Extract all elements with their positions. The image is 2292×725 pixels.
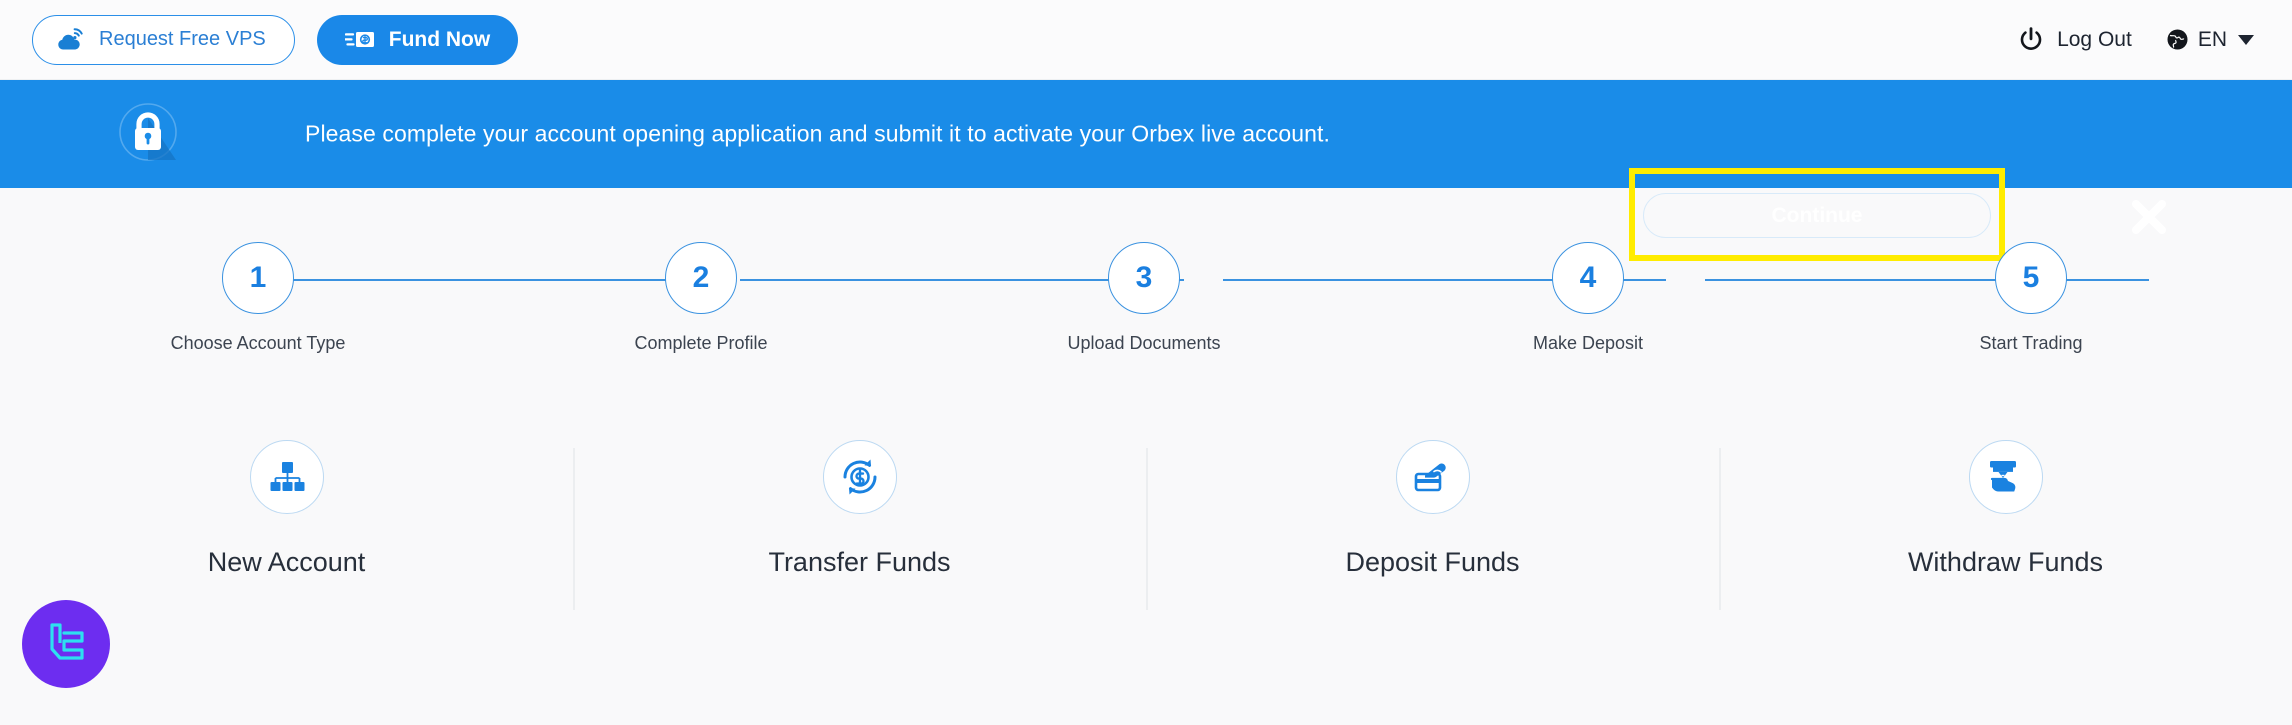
stepper-step-1[interactable]: 1 Choose Account Type (128, 232, 388, 354)
quick-action-withdraw-funds[interactable]: Withdraw Funds (1719, 440, 2292, 620)
quick-action-label: Withdraw Funds (1907, 547, 2104, 577)
step-label: Complete Profile (634, 333, 768, 353)
step-label: Make Deposit (1532, 333, 1644, 353)
quick-action-transfer-funds[interactable]: Transfer Funds (573, 440, 1146, 620)
quick-action-label: Transfer Funds (768, 547, 951, 577)
app-page: Request Free VPS Fund Now Log Out EN Ple… (0, 0, 2292, 725)
power-icon (2018, 26, 2044, 53)
lc-monogram-icon (38, 616, 94, 672)
quick-action-deposit-funds[interactable]: Deposit Funds (1146, 440, 1719, 620)
stepper-step-2[interactable]: 2 Complete Profile (571, 232, 831, 354)
logout-button[interactable]: Log Out (2018, 26, 2132, 53)
top-header-bar: Request Free VPS Fund Now Log Out EN (0, 0, 2292, 80)
language-label: EN (2197, 27, 2227, 51)
header-right-actions: Log Out EN (2018, 26, 2292, 53)
quick-action-label: Deposit Funds (1345, 547, 1520, 577)
chat-widget-button[interactable] (22, 600, 110, 688)
org-chart-icon (249, 440, 324, 514)
quick-actions-row: New Account Transfer Funds Deposit Funds… (0, 440, 2292, 620)
atm-cash-hand-icon (1968, 440, 2043, 514)
dollar-refresh-icon (822, 440, 897, 514)
step-label: Upload Documents (1067, 333, 1221, 353)
step-number-badge[interactable]: 4 (1552, 242, 1624, 314)
cloud-wifi-icon (57, 27, 85, 52)
step-number-badge[interactable]: 2 (665, 242, 737, 314)
banner-message: Please complete your account opening app… (305, 120, 1331, 147)
onboarding-stepper: 1 Choose Account Type 2 Complete Profile… (0, 232, 2292, 362)
fund-now-button[interactable]: Fund Now (316, 14, 519, 65)
close-icon[interactable] (2130, 198, 2168, 236)
step-number-badge[interactable]: 5 (1995, 242, 2067, 314)
quick-action-label: New Account (207, 547, 366, 577)
quick-action-new-account[interactable]: New Account (0, 440, 573, 620)
stepper-step-5[interactable]: 5 Start Trading (1901, 232, 2161, 354)
step-label: Choose Account Type (170, 333, 346, 353)
logout-label: Log Out (2057, 27, 2132, 51)
step-label: Start Trading (1979, 333, 2083, 353)
request-free-vps-button[interactable]: Request Free VPS (32, 14, 295, 65)
lock-icon (108, 94, 188, 174)
account-activation-banner: Please complete your account opening app… (0, 80, 2292, 261)
chevron-down-icon (2238, 34, 2254, 45)
stepper-step-4[interactable]: 4 Make Deposit (1458, 232, 1718, 354)
language-selector[interactable]: EN (2166, 28, 2254, 52)
hand-card-icon (1395, 440, 1470, 514)
step-number-badge[interactable]: 1 (222, 242, 294, 314)
header-left-actions: Request Free VPS Fund Now (0, 14, 519, 65)
cash-money-icon (344, 29, 375, 51)
stepper-step-3[interactable]: 3 Upload Documents (1014, 232, 1274, 354)
fund-now-label: Fund Now (388, 27, 491, 51)
request-free-vps-label: Request Free VPS (99, 28, 266, 50)
globe-icon (2166, 28, 2189, 51)
step-number-badge[interactable]: 3 (1108, 242, 1180, 314)
